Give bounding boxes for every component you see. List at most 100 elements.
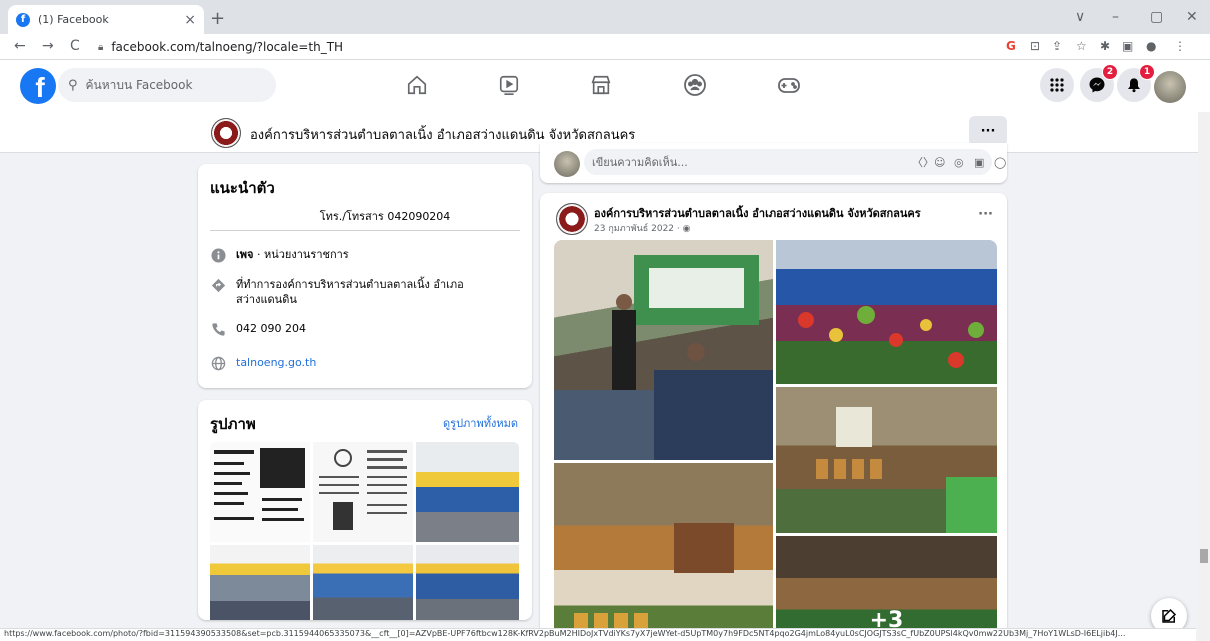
phone-text: 042 090 204 <box>236 322 306 335</box>
status-bar-url: https://www.facebook.com/photo/?fbid=311… <box>0 628 1196 641</box>
reload-button[interactable]: C <box>70 38 80 54</box>
messenger-icon <box>1089 77 1105 93</box>
menu-grid-icon <box>1050 78 1064 92</box>
globe-icon <box>210 355 226 371</box>
back-button[interactable]: ← <box>14 38 26 54</box>
category-bold: เพจ <box>236 248 254 261</box>
facebook-favicon-icon: f <box>16 12 30 27</box>
side-panel-icon[interactable]: ▣ <box>1122 39 1133 53</box>
divider <box>210 230 520 231</box>
tab-close-button[interactable]: × <box>184 12 196 28</box>
groups-icon[interactable] <box>683 73 707 97</box>
messenger-badge: 2 <box>1102 64 1118 80</box>
tab-search-icon[interactable]: ∨ <box>1075 9 1085 25</box>
meeting-photo-image <box>554 255 773 460</box>
page-more-button[interactable]: ··· <box>969 116 1007 146</box>
post-card: องค์การบริหารส่วนตำบลตาลเนิ้ง อำเภอสว่าง… <box>540 193 1007 641</box>
profile-icon[interactable]: ● <box>1146 39 1156 53</box>
intro-phone-row: 042 090 204 <box>210 321 306 337</box>
document-thumbnail-image <box>319 449 407 530</box>
search-input[interactable]: ⚲ ค้นหาบน Facebook <box>58 68 276 102</box>
marketplace-icon[interactable] <box>589 73 613 97</box>
post-photo[interactable]: +3 <box>776 536 997 641</box>
browser-tab-strip: f (1) Facebook × + ∨ – ▢ ✕ <box>0 0 1210 34</box>
page-profile-picture[interactable] <box>211 118 241 148</box>
post-author-avatar[interactable] <box>556 203 588 235</box>
bookmark-star-icon[interactable]: ☆ <box>1076 39 1087 53</box>
website-link[interactable]: talnoeng.go.th <box>236 355 316 370</box>
avatar <box>554 151 580 177</box>
intro-category-row: เพจ · หน่วยงานราชการ <box>210 247 349 263</box>
photo-thumbnail[interactable] <box>313 442 413 542</box>
address-text: ที่ทำการองค์การบริหารส่วนตำบลตาลเนิ้ง อำ… <box>236 278 464 306</box>
photo-thumbnail[interactable] <box>210 545 310 620</box>
vegetable-display-image <box>798 306 984 368</box>
page-scrollbar[interactable] <box>1198 112 1210 641</box>
info-icon <box>210 247 226 263</box>
forward-button[interactable]: → <box>42 38 54 54</box>
sticker-icon[interactable]: 〈〉 <box>912 154 934 170</box>
intro-bio: โทร./โทรสาร 042090204 <box>319 210 451 223</box>
close-window-button[interactable]: ✕ <box>1186 9 1198 25</box>
compose-icon <box>1162 608 1177 623</box>
post-timestamp[interactable]: 23 กุมภาพันธ์ 2022 · ◉ <box>594 221 690 235</box>
facebook-header: f ⚲ ค้นหาบน Facebook 2 1 <box>0 60 1210 112</box>
bell-icon <box>1128 78 1140 93</box>
notifications-button[interactable]: 1 <box>1117 64 1155 102</box>
comment-input[interactable]: เขียนความคิดเห็น... 〈〉 ☺ ◎ ▣ ◯ <box>584 149 1006 175</box>
intro-title: แนะนำตัว <box>210 179 275 197</box>
home-icon[interactable] <box>405 73 429 97</box>
comment-placeholder: เขียนความคิดเห็น... <box>592 156 688 169</box>
post-photo[interactable] <box>554 463 773 641</box>
search-placeholder: ค้นหาบน Facebook <box>85 77 193 92</box>
gif-icon[interactable]: ▣ <box>974 156 984 169</box>
handicraft-photo-image <box>574 523 734 633</box>
photo-thumbnail[interactable] <box>210 442 310 542</box>
see-all-photos-link[interactable]: ดูรูปภาพทั้งหมด <box>443 414 518 432</box>
post-photo[interactable] <box>776 387 997 533</box>
post-author[interactable]: องค์การบริหารส่วนตำบลตาลเนิ้ง อำเภอสว่าง… <box>594 204 921 222</box>
location-icon <box>210 277 226 293</box>
menu-grid-button[interactable] <box>1040 68 1074 102</box>
share-icon[interactable]: ⇪ <box>1052 39 1062 53</box>
messenger-button[interactable]: 2 <box>1080 64 1118 102</box>
photo-thumbnail[interactable] <box>416 545 519 620</box>
emoji-icon[interactable]: ☺ <box>934 156 945 169</box>
browser-menu-icon[interactable]: ⋮ <box>1174 39 1186 53</box>
notifications-badge: 1 <box>1139 64 1155 80</box>
restore-button[interactable]: ▢ <box>1150 9 1163 25</box>
products-photo-image <box>816 407 997 533</box>
new-tab-button[interactable]: + <box>210 8 225 29</box>
post-more-button[interactable]: ··· <box>978 207 993 222</box>
address-bar[interactable]: 🔒︎ facebook.com/talnoeng/?locale=th_TH <box>98 38 343 56</box>
photo-thumbnail[interactable] <box>416 442 519 542</box>
minimize-button[interactable]: – <box>1112 9 1119 25</box>
url-text: facebook.com/talnoeng/?locale=th_TH <box>111 40 344 54</box>
browser-toolbar: ← → C 🔒︎ facebook.com/talnoeng/?locale=t… <box>0 34 1210 60</box>
more-photos-overlay[interactable]: +3 <box>776 536 997 641</box>
photo-thumbnail[interactable] <box>313 545 413 620</box>
gaming-icon[interactable] <box>777 73 801 97</box>
facebook-logo-icon[interactable]: f <box>20 68 56 104</box>
comment-card: เขียนความคิดเห็น... 〈〉 ☺ ◎ ▣ ◯ <box>540 143 1007 183</box>
sticker-face-icon[interactable]: ◯ <box>994 156 1006 169</box>
avatar[interactable] <box>1154 71 1186 103</box>
search-icon: ⚲ <box>68 77 78 93</box>
lock-icon: 🔒︎ <box>98 41 104 53</box>
intro-card: แนะนำตัว โทร./โทรสาร 042090204 เพจ · หน่… <box>198 164 532 388</box>
intro-website-row[interactable]: talnoeng.go.th <box>210 355 316 371</box>
photos-title: รูปภาพ <box>210 415 256 433</box>
google-icon[interactable]: G <box>1006 39 1016 53</box>
watch-icon[interactable] <box>497 73 521 97</box>
browser-tab[interactable]: f (1) Facebook × <box>8 5 204 34</box>
camera-icon[interactable]: ◎ <box>954 156 964 169</box>
install-app-icon[interactable]: ⊡ <box>1030 39 1040 53</box>
tab-title: (1) Facebook <box>38 13 109 26</box>
scrollbar-thumb[interactable] <box>1200 549 1208 563</box>
intro-address-row: ที่ทำการองค์การบริหารส่วนตำบลตาลเนิ้ง อำ… <box>210 277 510 307</box>
post-photo[interactable] <box>554 240 773 460</box>
page-title[interactable]: องค์การบริหารส่วนตำบลตาลเนิ้ง อำเภอสว่าง… <box>250 124 635 145</box>
extensions-icon[interactable]: ✱ <box>1100 39 1110 53</box>
post-photo[interactable] <box>776 240 997 384</box>
photos-card: รูปภาพ ดูรูปภาพทั้งหมด <box>198 400 532 620</box>
